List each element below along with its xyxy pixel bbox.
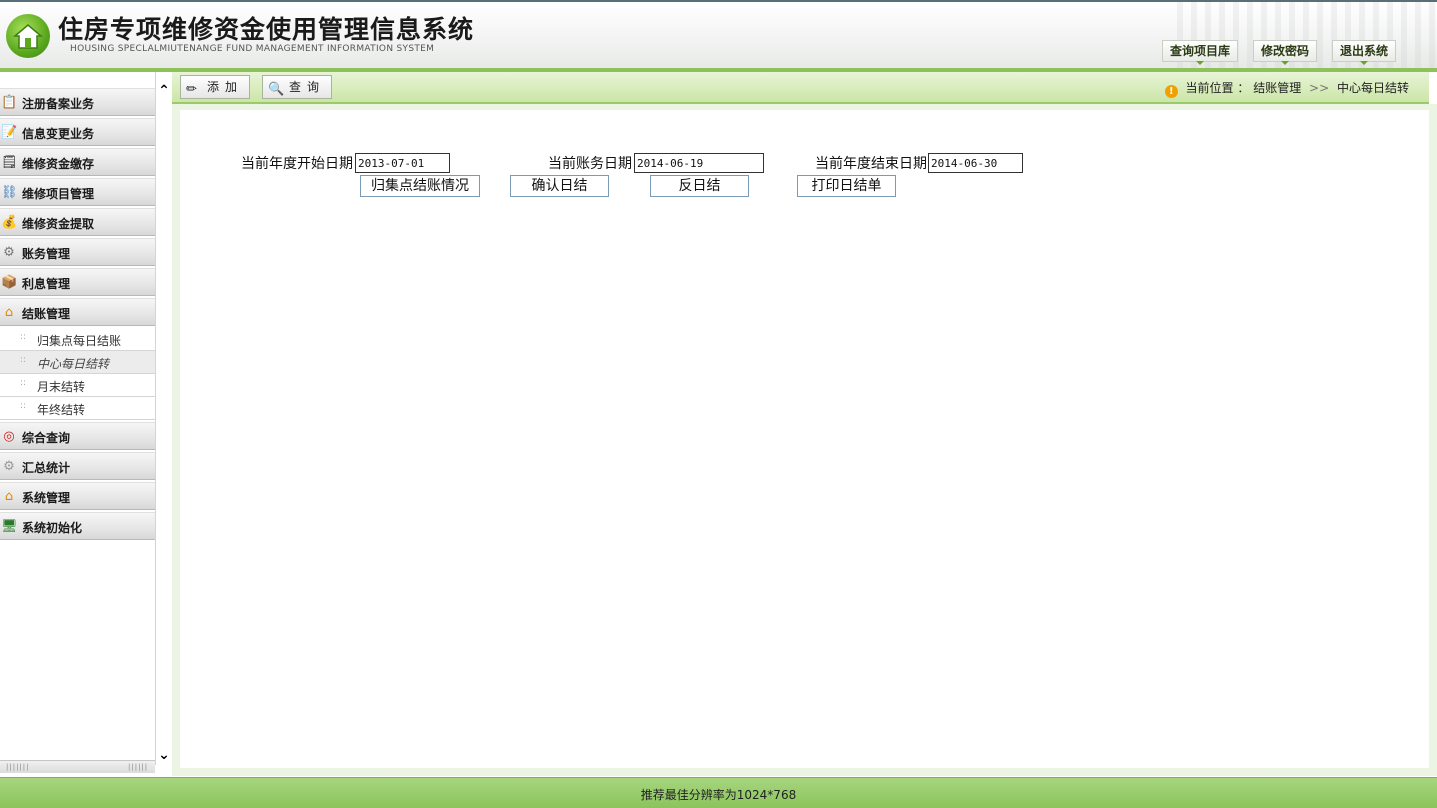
- logout-button[interactable]: 退出系统: [1332, 40, 1397, 65]
- reverse-daily-button[interactable]: 反日结: [650, 175, 749, 197]
- grip-icon: |||||||: [6, 763, 30, 771]
- submenu-item-collection-daily[interactable]: :: 归集点每日结账: [0, 328, 155, 351]
- add-button[interactable]: ✏ 添加: [180, 75, 250, 99]
- sidebar-item-accounting[interactable]: ⚙ 账务管理: [0, 238, 155, 266]
- bullet-icon: ::: [20, 355, 27, 365]
- grip-icon: ||||||: [128, 763, 149, 771]
- submenu-item-label: 归集点每日结账: [37, 334, 122, 348]
- start-date-input[interactable]: [355, 153, 450, 173]
- sidebar-item-label: 综合查询: [22, 431, 71, 445]
- submenu-item-label: 月末结转: [37, 380, 86, 394]
- submenu-item-center-daily[interactable]: :: 中心每日结转: [0, 351, 155, 374]
- submenu-item-label: 中心每日结转: [37, 357, 110, 371]
- house-logo-icon: [6, 14, 50, 58]
- house-icon: ⌂: [4, 305, 14, 320]
- end-date-input[interactable]: [928, 153, 1023, 173]
- sidebar-item-project-management[interactable]: ⛓ 维修项目管理: [0, 178, 155, 206]
- system-title: 住房专项维修资金使用管理信息系统: [58, 15, 475, 44]
- network-icon: ⛓: [1, 185, 18, 200]
- settlement-submenu: :: 归集点每日结账 :: 中心每日结转 :: 月末结转 :: 年终结转: [0, 328, 155, 420]
- query-button-label: 查询: [289, 80, 326, 94]
- end-date-label: 当前年度结束日期: [815, 156, 927, 172]
- sidebar-item-fund-deposit[interactable]: 🗒 维修资金缴存: [0, 148, 155, 176]
- sidebar-item-fund-withdrawal[interactable]: 💰 维修资金提取: [0, 208, 155, 236]
- clipboard-icon: 📋: [1, 95, 18, 110]
- sidebar-item-label: 系统管理: [22, 491, 71, 505]
- coins-icon: 💰: [1, 215, 18, 230]
- sidebar: 📋 注册备案业务 📝 信息变更业务 🗒 维修资金缴存 ⛓ 维修项目管理 💰 维修…: [0, 72, 156, 773]
- notepad-icon: 🗒: [1, 155, 18, 170]
- sidebar-item-label: 汇总统计: [22, 461, 71, 475]
- sidebar-item-label: 信息变更业务: [22, 127, 95, 141]
- sidebar-item-statistics[interactable]: ⚙ 汇总统计: [0, 452, 155, 480]
- query-project-button[interactable]: 查询项目库: [1162, 40, 1239, 65]
- submenu-item-year-end[interactable]: :: 年终结转: [0, 397, 155, 420]
- print-daily-button[interactable]: 打印日结单: [797, 175, 896, 197]
- magnifier-icon: 🔍: [268, 82, 285, 97]
- sidebar-item-label: 注册备案业务: [22, 97, 95, 111]
- system-subtitle: HOUSING SPECLALMIUTENANGE FUND MANAGEMEN…: [70, 44, 435, 54]
- sidebar-item-label: 利息管理: [22, 277, 71, 291]
- sidebar-item-label: 维修资金缴存: [22, 157, 95, 171]
- chevron-up-icon[interactable]: ⌃: [157, 84, 171, 98]
- bullet-icon: ::: [20, 332, 27, 342]
- account-date-label: 当前账务日期: [548, 156, 632, 172]
- submenu-item-month-end[interactable]: :: 月末结转: [0, 374, 155, 397]
- exclamation-icon: !: [1164, 85, 1178, 98]
- breadcrumb-separator: >>: [1309, 81, 1330, 95]
- sidebar-resize-bar[interactable]: ||||||| ||||||: [0, 760, 155, 773]
- sidebar-item-label: 结账管理: [22, 307, 71, 321]
- footer: 推荐最佳分辨率为1024*768: [0, 777, 1437, 808]
- change-password-button[interactable]: 修改密码: [1253, 40, 1318, 65]
- sidebar-item-info-change[interactable]: 📝 信息变更业务: [0, 118, 155, 146]
- start-date-label: 当前年度开始日期: [241, 156, 353, 172]
- bullet-icon: ::: [20, 401, 27, 411]
- breadcrumb-page: 中心每日结转: [1336, 81, 1409, 95]
- sidebar-item-system-init[interactable]: 🖥 系统初始化: [0, 512, 155, 540]
- lifebuoy-icon: ◎: [3, 429, 15, 444]
- chevron-down-icon[interactable]: ⌄: [157, 748, 171, 762]
- sidebar-item-label: 维修资金提取: [22, 217, 95, 231]
- confirm-daily-button[interactable]: 确认日结: [510, 175, 609, 197]
- breadcrumb: ! 当前位置 ： 结账管理 >> 中心每日结转: [1164, 79, 1409, 98]
- footer-text: 推荐最佳分辨率为1024*768: [640, 788, 797, 802]
- query-button[interactable]: 🔍 查询: [262, 75, 332, 99]
- pencil-icon: ✏: [186, 82, 197, 97]
- gear-lock-icon: ⚙: [3, 459, 15, 474]
- sidebar-item-settlement[interactable]: ⌂ 结账管理: [0, 298, 155, 326]
- sidebar-item-label: 系统初始化: [22, 521, 83, 535]
- submenu-item-label: 年终结转: [37, 403, 86, 417]
- gear-icon: ⚙: [3, 245, 15, 260]
- bullet-icon: ::: [20, 378, 27, 388]
- house-icon: ⌂: [4, 489, 14, 504]
- sidebar-item-comprehensive-query[interactable]: ◎ 综合查询: [0, 422, 155, 450]
- sidebar-item-system-management[interactable]: ⌂ 系统管理: [0, 482, 155, 510]
- document-edit-icon: 📝: [1, 125, 18, 140]
- account-date-input[interactable]: [634, 153, 764, 173]
- breadcrumb-prefix: 当前位置 ：: [1185, 81, 1250, 95]
- sidebar-item-interest[interactable]: 📦 利息管理: [0, 268, 155, 296]
- sidebar-item-label: 账务管理: [22, 247, 71, 261]
- collection-status-button[interactable]: 归集点结账情况: [360, 175, 480, 197]
- sidebar-item-registration[interactable]: 📋 注册备案业务: [0, 88, 155, 116]
- sidebar-item-label: 维修项目管理: [22, 187, 95, 201]
- toolbar: ✏ 添加 🔍 查询 ! 当前位置 ： 结账管理 >> 中心每日结转: [172, 72, 1429, 104]
- sidebar-menu: 📋 注册备案业务 📝 信息变更业务 🗒 维修资金缴存 ⛓ 维修项目管理 💰 维修…: [0, 88, 155, 542]
- main-content: 当前年度开始日期 当前账务日期 当前年度结束日期 归集点结账情况 确认日结 反日…: [180, 110, 1429, 768]
- add-button-label: 添加: [207, 80, 244, 94]
- monitor-icon: 🖥: [1, 519, 18, 534]
- breadcrumb-section[interactable]: 结账管理: [1253, 81, 1301, 95]
- app-header: 住房专项维修资金使用管理信息系统 HOUSING SPECLALMIUTENAN…: [0, 0, 1437, 68]
- box-icon: 📦: [1, 275, 18, 290]
